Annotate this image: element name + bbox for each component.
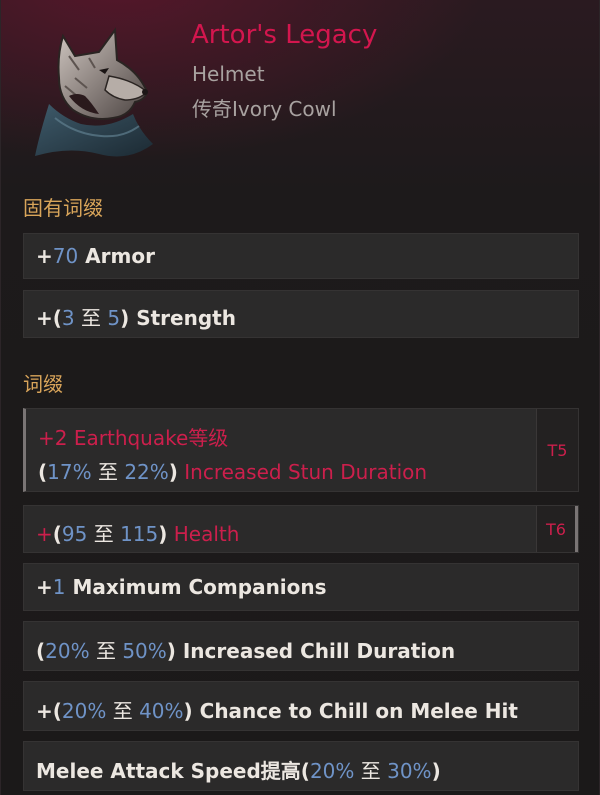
affix-row-health[interactable]: +(95 至 115) Health T6 bbox=[23, 505, 579, 553]
affix-text: +(95 至 115) Health bbox=[36, 522, 240, 546]
implicit-section-title: 固有词缀 bbox=[23, 196, 103, 220]
tier-badge: T5 bbox=[536, 409, 578, 491]
affix-section-title: 词缀 bbox=[23, 372, 63, 396]
item-tooltip: Artor's Legacy Helmet 传奇Ivory Cowl 固有词缀 … bbox=[0, 0, 600, 795]
affix-text: (20% 至 50%) Increased Chill Duration bbox=[36, 639, 456, 663]
wolf-helmet-icon bbox=[29, 26, 161, 162]
implicit-affix-row: +70 Armor bbox=[23, 233, 579, 279]
affix-row-companions: +1 Maximum Companions bbox=[23, 563, 579, 611]
affix-row-attack-speed: Melee Attack Speed提高(20% 至 30%) bbox=[23, 741, 579, 791]
affix-text: +1 Maximum Companions bbox=[36, 575, 327, 599]
tier-badge: T6 bbox=[536, 506, 578, 552]
affix-text: +70 Armor bbox=[36, 244, 155, 268]
affix-row-chill-chance: +(20% 至 40%) Chance to Chill on Melee Hi… bbox=[23, 681, 579, 731]
affix-row-chill-duration: (20% 至 50%) Increased Chill Duration bbox=[23, 621, 579, 671]
item-base-type: 传奇Ivory Cowl bbox=[192, 97, 337, 121]
affix-text-line1: +2 Earthquake等级 bbox=[38, 426, 229, 450]
item-type: Helmet bbox=[192, 62, 265, 86]
affix-row-earthquake[interactable]: +2 Earthquake等级 (17% 至 22%) Increased St… bbox=[23, 408, 579, 492]
affix-text: +(20% 至 40%) Chance to Chill on Melee Hi… bbox=[36, 699, 518, 723]
affix-text: Melee Attack Speed提高(20% 至 30%) bbox=[36, 759, 441, 783]
item-name: Artor's Legacy bbox=[191, 20, 378, 50]
affix-text: +(3 至 5) Strength bbox=[36, 306, 236, 330]
implicit-affix-row: +(3 至 5) Strength bbox=[23, 290, 579, 338]
affix-text-line2: (17% 至 22%) Increased Stun Duration bbox=[38, 460, 428, 484]
